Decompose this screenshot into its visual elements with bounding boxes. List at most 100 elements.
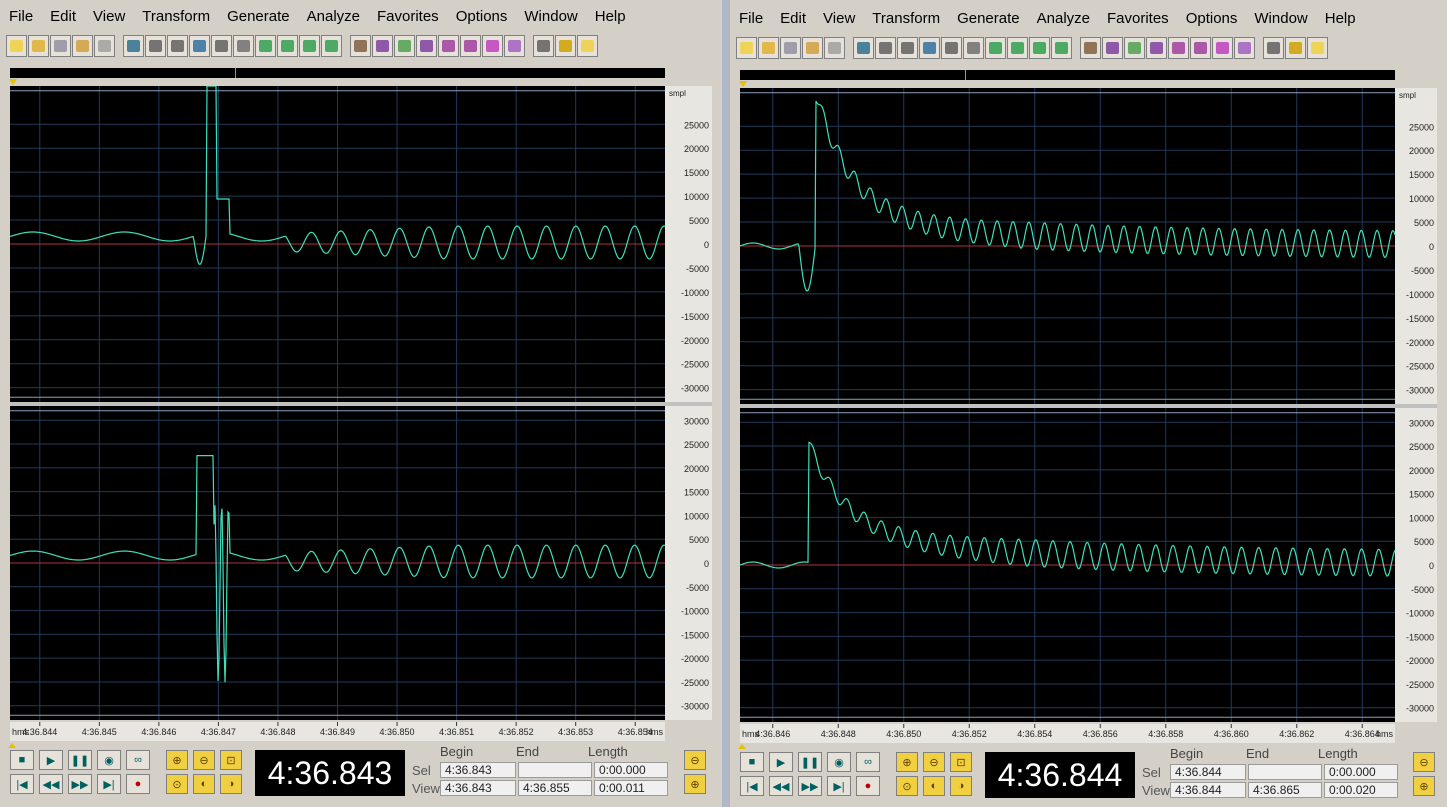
close-file-button[interactable] — [824, 37, 845, 59]
stop-button[interactable]: ■ — [740, 752, 764, 772]
waveform-svg[interactable]: 25000 20000 15000 10000 5000 0 -5000 -10000 -150… — [740, 88, 1437, 743]
paste-button[interactable] — [941, 37, 962, 59]
grid-2-button[interactable] — [416, 35, 437, 57]
view-end-field[interactable]: 4:36.855 — [518, 780, 592, 796]
overview-bar[interactable] — [10, 68, 665, 78]
close-file-button[interactable] — [94, 35, 115, 57]
redo-button[interactable] — [875, 37, 896, 59]
sel-begin-field[interactable]: 4:36.844 — [1170, 764, 1246, 780]
cd-button[interactable] — [504, 35, 525, 57]
view-length-field[interactable]: 0:00.020 — [1324, 782, 1398, 798]
open-folder-button[interactable] — [758, 37, 779, 59]
zoom-right-button[interactable]: ◑ — [220, 774, 242, 794]
favorites-button[interactable] — [1263, 37, 1284, 59]
menu-options[interactable]: Options — [1177, 8, 1246, 30]
mix-paste-button[interactable] — [233, 35, 254, 57]
menu-analyze[interactable]: Analyze — [298, 6, 368, 28]
menu-edit[interactable]: Edit — [771, 8, 814, 30]
waveform-svg[interactable]: 25000 20000 15000 10000 5000 0 -5000 -10000 -150… — [10, 86, 712, 741]
zoom-left-button[interactable]: ◐ — [923, 776, 945, 796]
go-start-button[interactable]: |◀ — [10, 774, 34, 794]
grid-1-button[interactable] — [1124, 37, 1145, 59]
zoom-left-button[interactable]: ◐ — [193, 774, 215, 794]
menu-file[interactable]: File — [0, 6, 41, 28]
copy-button[interactable] — [189, 35, 210, 57]
view-length-field[interactable]: 0:00.011 — [594, 780, 668, 796]
menu-favorites[interactable]: Favorites — [368, 6, 447, 28]
menu-view[interactable]: View — [814, 8, 863, 30]
menu-view[interactable]: View — [84, 6, 133, 28]
save-button[interactable] — [780, 37, 801, 59]
play-to-end-button[interactable]: ◉ — [827, 752, 851, 772]
sel-end-field[interactable] — [518, 762, 592, 778]
save-as-button[interactable] — [72, 35, 93, 57]
save-as-button[interactable] — [802, 37, 823, 59]
menu-transform[interactable]: Transform — [863, 8, 948, 30]
loop-play-button[interactable]: ∞ — [856, 752, 880, 772]
undo-button[interactable] — [853, 37, 874, 59]
menu-window[interactable]: Window — [1245, 8, 1315, 30]
checkbox-button[interactable] — [1102, 37, 1123, 59]
rewind-button[interactable]: ◀◀ — [39, 774, 63, 794]
play-to-end-button[interactable]: ◉ — [97, 750, 121, 770]
waveform-display[interactable]: 25000 20000 15000 10000 5000 0 -5000 -10000 -150… — [740, 88, 1437, 743]
go-start-button[interactable]: |◀ — [740, 776, 764, 796]
record-button[interactable]: ● — [856, 776, 880, 796]
go-end-button[interactable]: ▶| — [97, 774, 121, 794]
cd-button[interactable] — [1234, 37, 1255, 59]
vertical-zoom-out-button[interactable]: ⊕ — [684, 774, 706, 794]
rewind-button[interactable]: ◀◀ — [769, 776, 793, 796]
fast-forward-button[interactable]: ▶▶ — [798, 776, 822, 796]
channel-1[interactable]: 25000 20000 15000 10000 5000 0 -5000 -10000 -150… — [10, 86, 712, 402]
menu-transform[interactable]: Transform — [133, 6, 218, 28]
zoom-full-button[interactable]: ⊡ — [950, 752, 972, 772]
zoom-button[interactable] — [1190, 37, 1211, 59]
favorites-button[interactable] — [533, 35, 554, 57]
view-begin-field[interactable]: 4:36.843 — [440, 780, 516, 796]
vertical-zoom-in-button[interactable]: ⊖ — [1413, 752, 1435, 772]
menu-options[interactable]: Options — [447, 6, 516, 28]
selection-button[interactable] — [277, 35, 298, 57]
stop-button[interactable]: ■ — [10, 750, 34, 770]
view-begin-field[interactable]: 4:36.844 — [1170, 782, 1246, 798]
channel-2[interactable]: 30000 25000 20000 15000 10000 5000 0 -5000 -1000… — [10, 406, 712, 720]
menu-edit[interactable]: Edit — [41, 6, 84, 28]
copy-button[interactable] — [919, 37, 940, 59]
pause-button[interactable]: ❚❚ — [68, 750, 92, 770]
grid-1-button[interactable] — [394, 35, 415, 57]
menu-window[interactable]: Window — [515, 6, 585, 28]
record-button[interactable]: ● — [126, 774, 150, 794]
sel-begin-field[interactable]: 4:36.843 — [440, 762, 516, 778]
spectral-view-button[interactable] — [1080, 37, 1101, 59]
grid-3-button[interactable] — [438, 35, 459, 57]
menu-favorites[interactable]: Favorites — [1098, 8, 1177, 30]
cut-button[interactable] — [167, 35, 188, 57]
overview-bar[interactable] — [740, 70, 1395, 80]
waveform-display[interactable]: 25000 20000 15000 10000 5000 0 -5000 -10000 -150… — [10, 86, 712, 741]
trim-button[interactable] — [255, 35, 276, 57]
new-file-button[interactable] — [736, 37, 757, 59]
pause-button[interactable]: ❚❚ — [798, 752, 822, 772]
undo-button[interactable] — [123, 35, 144, 57]
loop-button[interactable] — [1051, 37, 1072, 59]
menu-file[interactable]: File — [730, 8, 771, 30]
zoom-right-button[interactable]: ◑ — [950, 776, 972, 796]
loop-play-button[interactable]: ∞ — [126, 750, 150, 770]
play-button[interactable]: ▶ — [769, 752, 793, 772]
properties-button[interactable] — [1212, 37, 1233, 59]
time-ruler[interactable]: hms hms4:36.844 4:36.845 4:36.846 4:36.847 4:… — [10, 722, 665, 741]
grid-2-button[interactable] — [1146, 37, 1167, 59]
script-button[interactable] — [555, 35, 576, 57]
cut-button[interactable] — [897, 37, 918, 59]
menu-generate[interactable]: Generate — [218, 6, 298, 28]
vertical-zoom-out-button[interactable]: ⊕ — [1413, 776, 1435, 796]
sel-length-field[interactable]: 0:00.000 — [594, 762, 668, 778]
sel-end-field[interactable] — [1248, 764, 1322, 780]
zoom-button[interactable] — [460, 35, 481, 57]
help-button[interactable] — [577, 35, 598, 57]
grid-3-button[interactable] — [1168, 37, 1189, 59]
zoom-full-button[interactable]: ⊡ — [220, 750, 242, 770]
zoom-selection-button[interactable]: ⊙ — [166, 774, 188, 794]
position-marker-icon[interactable] — [9, 79, 17, 85]
paste-button[interactable] — [211, 35, 232, 57]
